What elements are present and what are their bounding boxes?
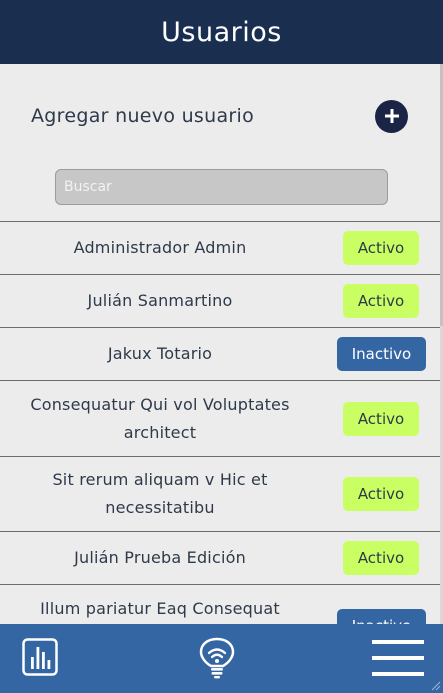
add-user-button[interactable] (375, 99, 408, 133)
table-row[interactable]: Julián Prueba Edición Activo (0, 532, 443, 585)
add-user-label: Agregar nuevo usuario (31, 105, 255, 127)
users-table: Administrador Admin Activo Julián Sanmar… (0, 221, 443, 624)
resize-grip-icon (431, 681, 441, 691)
search-input[interactable] (55, 169, 388, 205)
status-badge[interactable]: Activo (343, 401, 419, 436)
table-row[interactable]: Illum pariatur Eaq Consequat Inactivo (0, 585, 443, 624)
status-badge[interactable]: Activo (343, 477, 419, 511)
bar-chart-icon[interactable] (22, 638, 58, 676)
app-header: Usuarios (0, 0, 443, 64)
add-user-row: Agregar nuevo usuario (0, 64, 443, 168)
page-title: Usuarios (161, 16, 282, 48)
hamburger-menu-icon[interactable] (372, 639, 424, 677)
status-badge[interactable]: Inactivo (337, 609, 426, 624)
status-badge[interactable]: Activo (343, 284, 419, 318)
user-name: Administrador Admin (73, 238, 247, 257)
user-name: Sit rerum aliquam v Hic et necessitatibu (52, 470, 268, 517)
status-badge[interactable]: Inactivo (337, 337, 426, 371)
table-row[interactable]: Administrador Admin Activo (0, 222, 443, 275)
table-row[interactable]: Sit rerum aliquam v Hic et necessitatibu… (0, 457, 443, 532)
table-row[interactable]: Consequatur Qui vol Voluptates architect… (0, 381, 443, 457)
bottom-nav (0, 624, 443, 693)
table-row[interactable]: Julián Sanmartino Activo (0, 275, 443, 328)
user-name: Jakux Totario (107, 344, 213, 363)
user-name: Julián Prueba Edición (74, 548, 246, 567)
user-name: Julián Sanmartino (87, 291, 233, 310)
plus-icon (384, 109, 399, 123)
status-badge[interactable]: Activo (343, 231, 419, 265)
status-badge[interactable]: Activo (343, 541, 419, 575)
users-panel: Agregar nuevo usuario Administrador Admi… (0, 64, 443, 624)
user-name: Illum pariatur Eaq Consequat (40, 599, 280, 618)
lightbulb-icon[interactable] (198, 637, 236, 679)
user-name: Consequatur Qui vol Voluptates architect (30, 394, 290, 442)
table-row[interactable]: Jakux Totario Inactivo (0, 328, 443, 381)
